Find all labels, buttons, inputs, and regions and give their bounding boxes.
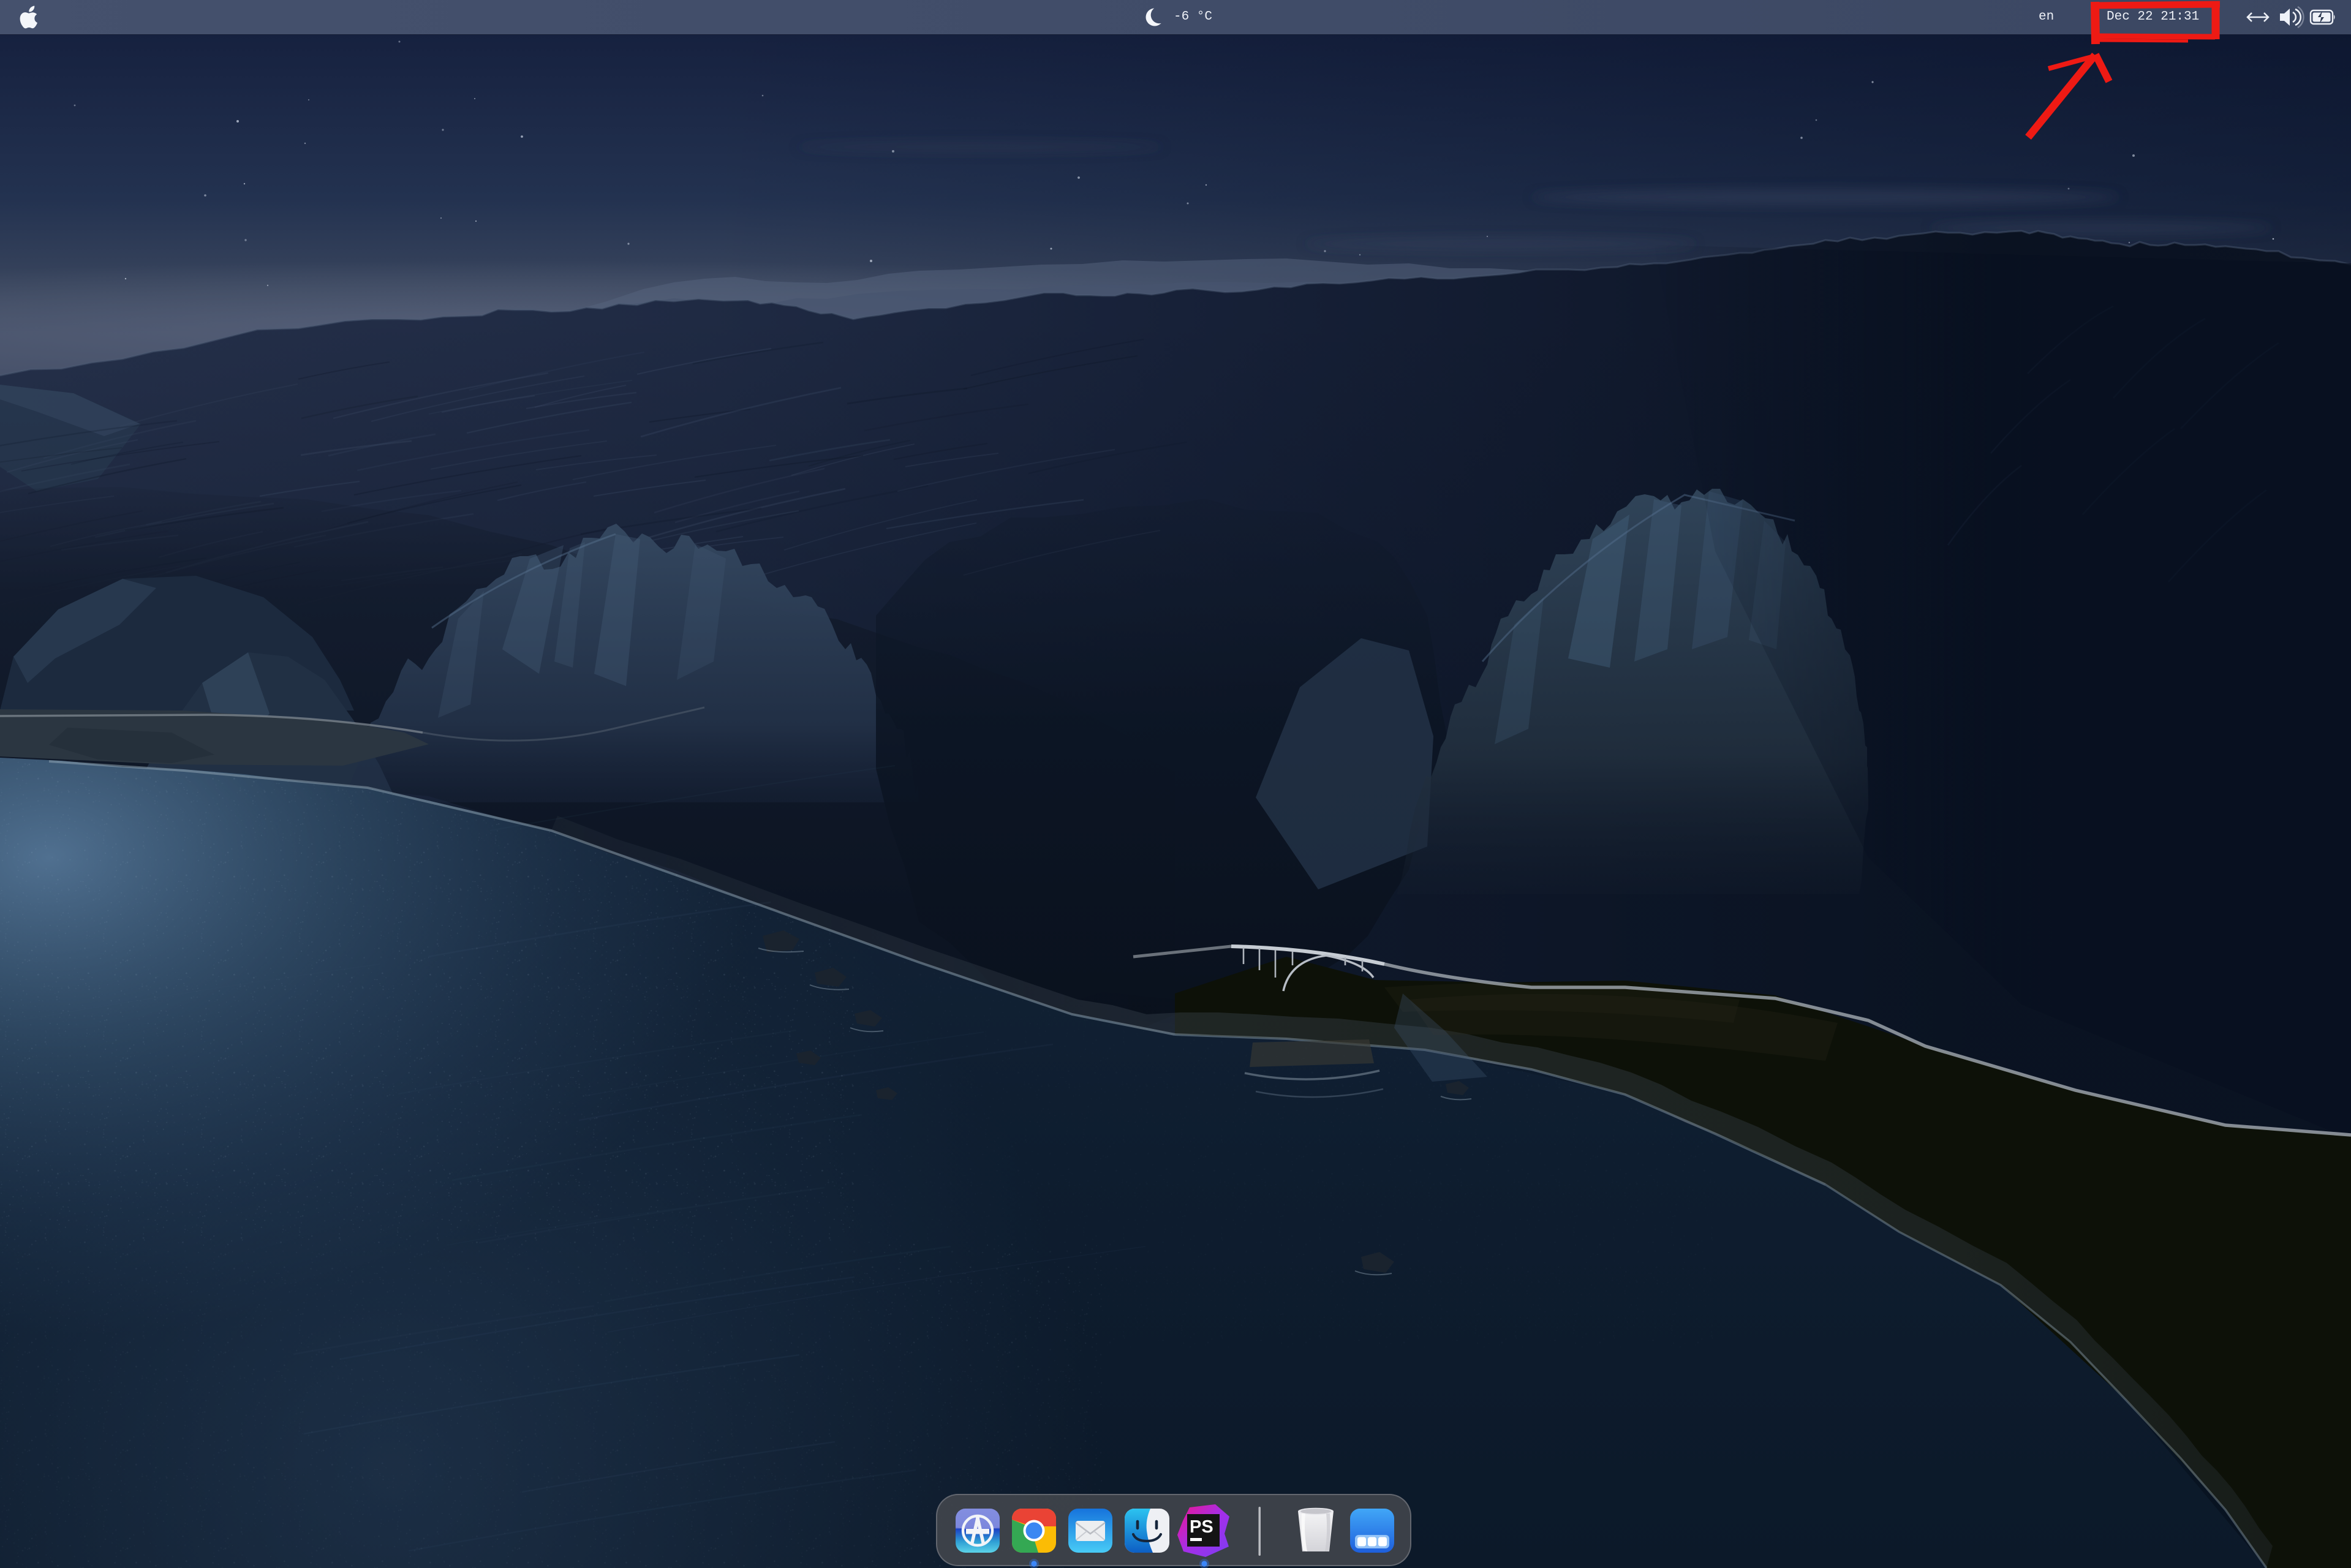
svg-text:PS: PS bbox=[1190, 1517, 1213, 1537]
